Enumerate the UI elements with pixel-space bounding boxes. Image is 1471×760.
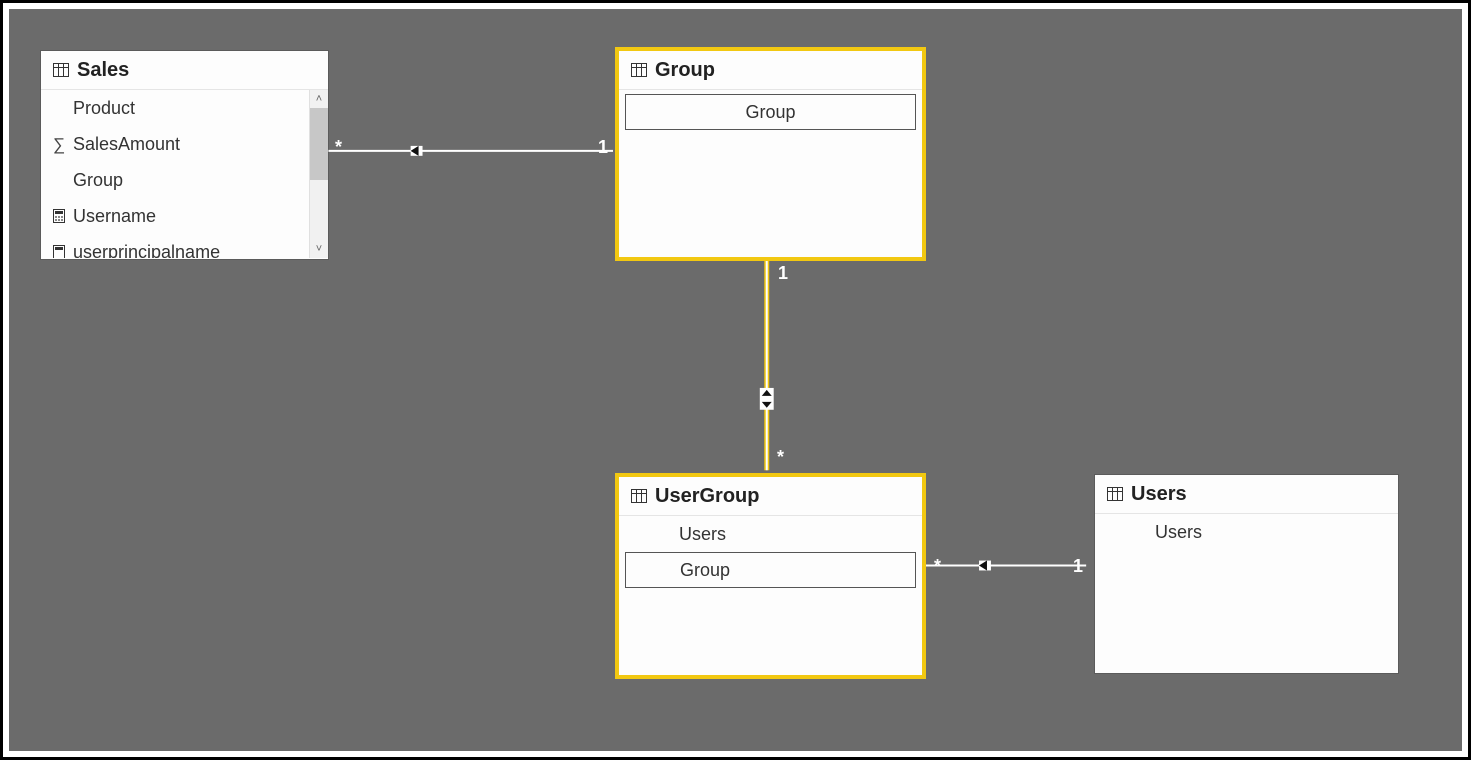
calculator-icon — [49, 245, 69, 258]
field-label: userprincipalname — [73, 242, 220, 259]
table-icon — [631, 63, 647, 77]
field-label: Group — [73, 170, 123, 191]
card-sales-many: * — [335, 137, 342, 158]
table-sales-header[interactable]: Sales — [41, 51, 328, 90]
field-users-users[interactable]: Users — [1095, 514, 1398, 550]
field-usergroup-group[interactable]: Group — [625, 552, 916, 588]
field-label: Group — [745, 102, 795, 123]
field-group-group[interactable]: Group — [625, 94, 916, 130]
calculator-icon — [49, 209, 69, 223]
field-label: Group — [680, 560, 730, 581]
table-sales-fieldlist[interactable]: Product ∑ SalesAmount Group Username — [41, 90, 328, 258]
field-sales-group[interactable]: Group — [41, 162, 328, 198]
field-label: Users — [1155, 522, 1202, 543]
table-sales-title: Sales — [77, 59, 129, 82]
table-sales-scrollbar[interactable]: ˄ ˅ — [309, 90, 328, 258]
table-icon — [53, 63, 69, 77]
field-label: Username — [73, 206, 156, 227]
diagram-frame: * 1 1 * * 1 Sales Product ∑ SalesAmount — [0, 0, 1471, 760]
field-usergroup-users[interactable]: Users — [619, 516, 922, 552]
table-users-header[interactable]: Users — [1095, 475, 1398, 514]
card-usergroup-many-right: * — [934, 556, 941, 577]
table-usergroup-header[interactable]: UserGroup — [619, 477, 922, 516]
table-group-fieldlist[interactable]: Group — [619, 94, 922, 130]
field-sales-product[interactable]: Product — [41, 90, 328, 126]
field-label: SalesAmount — [73, 134, 180, 155]
field-sales-amount[interactable]: ∑ SalesAmount — [41, 126, 328, 162]
table-usergroup[interactable]: UserGroup Users Group — [619, 477, 922, 675]
card-users-one: 1 — [1073, 556, 1083, 577]
table-icon — [1107, 487, 1123, 501]
table-group-header[interactable]: Group — [619, 51, 922, 90]
card-group-one-down: 1 — [778, 263, 788, 284]
field-label: Users — [679, 524, 726, 545]
sigma-icon: ∑ — [49, 136, 69, 153]
scroll-up-icon[interactable]: ˄ — [310, 90, 328, 108]
card-group-one-left: 1 — [598, 137, 608, 158]
table-group[interactable]: Group Group — [619, 51, 922, 257]
table-users[interactable]: Users Users — [1095, 475, 1398, 673]
field-sales-username[interactable]: Username — [41, 198, 328, 234]
scroll-thumb[interactable] — [310, 108, 328, 180]
table-users-fieldlist[interactable]: Users — [1095, 514, 1398, 550]
table-usergroup-title: UserGroup — [655, 485, 759, 508]
field-sales-upn[interactable]: userprincipalname — [41, 234, 328, 258]
model-canvas[interactable]: * 1 1 * * 1 Sales Product ∑ SalesAmount — [9, 9, 1462, 751]
table-sales[interactable]: Sales Product ∑ SalesAmount Group — [41, 51, 328, 259]
table-users-title: Users — [1131, 483, 1187, 506]
table-icon — [631, 489, 647, 503]
table-group-title: Group — [655, 59, 715, 82]
card-usergroup-many-up: * — [777, 447, 784, 468]
field-label: Product — [73, 98, 135, 119]
table-usergroup-fieldlist[interactable]: Users Group — [619, 516, 922, 588]
scroll-down-icon[interactable]: ˅ — [310, 240, 328, 258]
